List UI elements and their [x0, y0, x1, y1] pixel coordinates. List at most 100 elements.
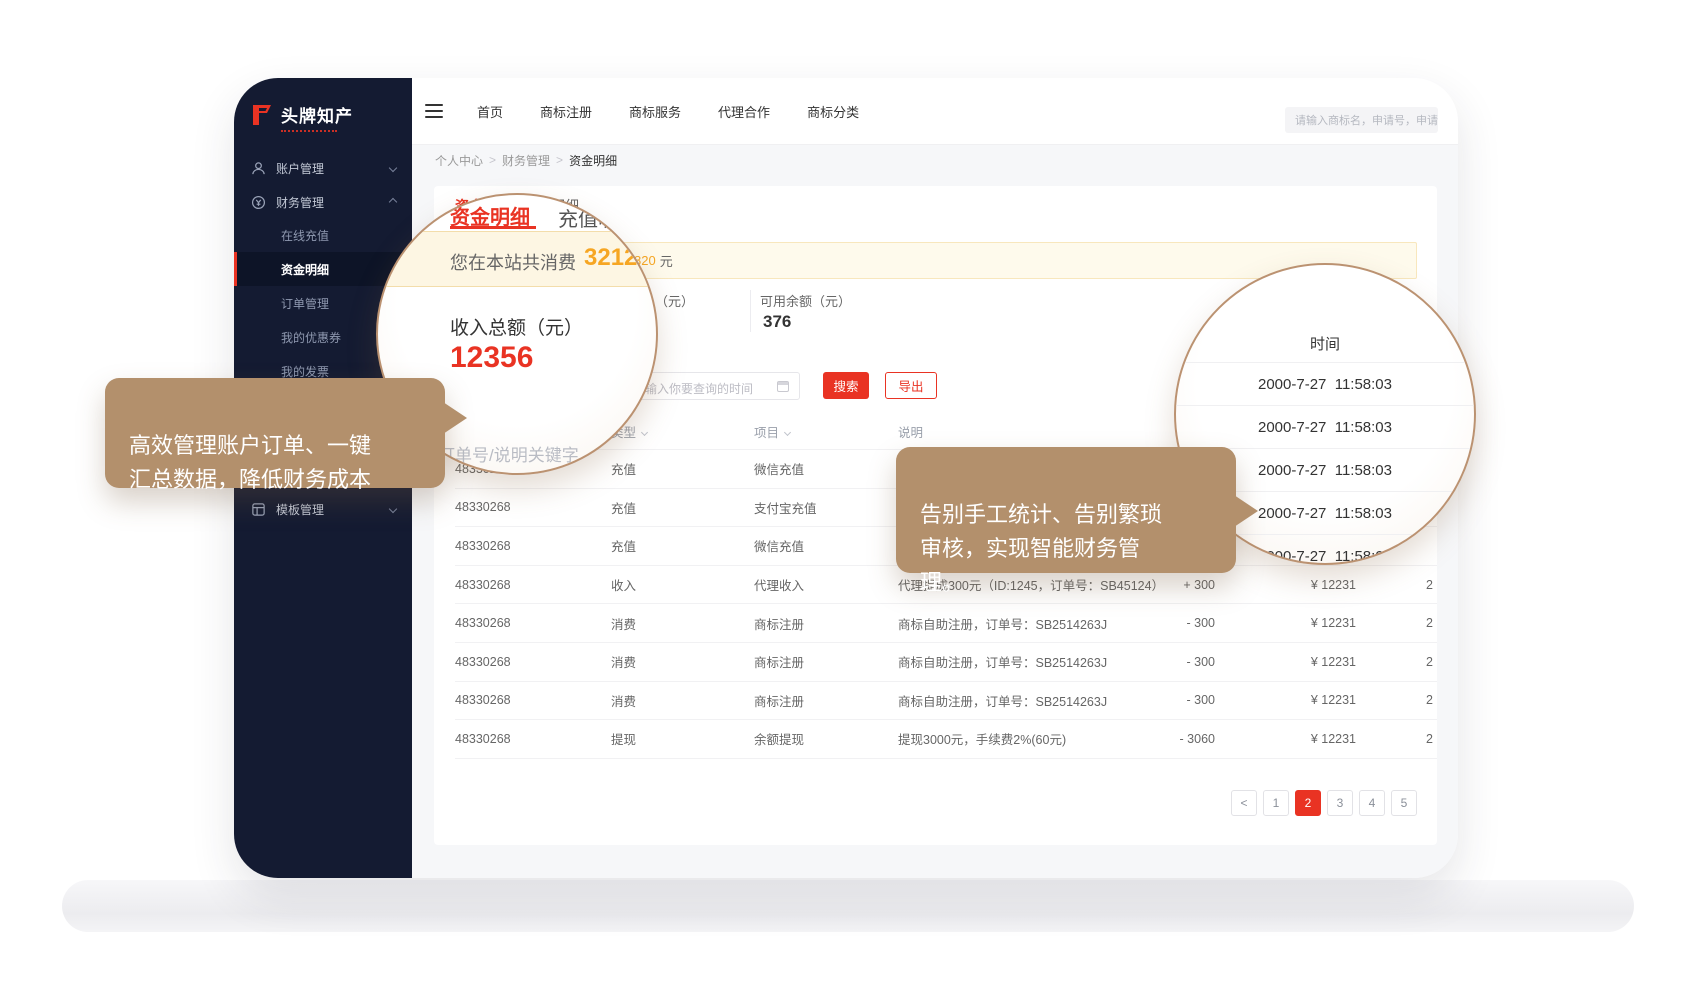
cell-time: 2 [1356, 693, 1437, 707]
lens-banner-amount: 32124 [584, 244, 651, 272]
trademark-search-input[interactable]: 请输入商标名，申请号，申请人 [1285, 107, 1438, 133]
cell-order: 48330268 [455, 500, 611, 514]
table-row: 48330268 消费 商标注册 商标自助注册，订单号：SB2514263J -… [455, 682, 1437, 721]
cell-balance: ¥ 12231 [1215, 578, 1356, 592]
topnav-item[interactable]: 商标服务 [629, 102, 681, 121]
calendar-icon [777, 381, 789, 392]
sidebar-item-label: 财务管理 [276, 194, 324, 211]
lens-keyword-placeholder: 订单号/说明关键字 [438, 441, 579, 466]
breadcrumb-separator: > [556, 153, 563, 167]
topbar: 首页 商标注册 商标服务 代理合作 商标分类 请输入商标名，申请号，申请人 [412, 78, 1458, 145]
pagination-page-button[interactable]: 4 [1359, 790, 1385, 816]
date-query-placeholder: 请输入你要查询的时间 [633, 380, 753, 397]
sidebar-subitem-label: 我的发票 [281, 363, 329, 380]
pagination-prev-button[interactable]: < [1231, 790, 1257, 816]
sidebar-subitem-label: 我的优惠券 [281, 329, 341, 346]
cell-project: 余额提现 [754, 729, 898, 748]
cell-type: 收入 [611, 575, 754, 594]
breadcrumb: 个人中心 > 财务管理 > 资金明细 [435, 145, 617, 175]
export-button[interactable]: 导出 [885, 372, 937, 399]
cell-order: 48330268 [455, 616, 611, 630]
cell-type: 提现 [611, 729, 754, 748]
lens-tab-underline [450, 226, 536, 229]
laptop-base [62, 880, 1634, 932]
cell-desc: 商标自助注册，订单号：SB2514263J [898, 691, 1160, 710]
header-project[interactable]: 项目 [754, 422, 898, 441]
cell-order: 48330268 [455, 539, 611, 553]
breadcrumb-item[interactable]: 财务管理 [502, 152, 550, 169]
cell-amount: - 3060 [1160, 732, 1215, 746]
breadcrumb-separator: > [489, 153, 496, 167]
cell-order: 48330268 [455, 578, 611, 592]
sidebar-item-template[interactable]: 模板管理 [234, 495, 412, 523]
cell-amount: - 300 [1160, 655, 1215, 669]
chevron-up-icon [389, 198, 397, 206]
cell-time: 2 [1356, 655, 1437, 669]
sidebar-item-label: 模板管理 [276, 501, 324, 518]
cell-balance: ¥ 12231 [1215, 655, 1356, 669]
pagination-page-button[interactable]: 5 [1391, 790, 1417, 816]
cell-time: 2 [1356, 616, 1437, 630]
cell-amount: - 300 [1160, 693, 1215, 707]
cell-type: 充值 [611, 459, 754, 478]
cell-desc: 商标自助注册，订单号：SB2514263J [898, 614, 1160, 633]
callout-left-text: 高效管理账户订单、一键 汇总数据，降低财务成本 [129, 433, 371, 492]
cell-project: 代理收入 [754, 575, 898, 594]
table-row: 48330268 提现 余额提现 提现3000元，手续费2%(60元) - 30… [455, 720, 1437, 759]
cell-project: 商标注册 [754, 691, 898, 710]
sidebar-subitem-label: 在线充值 [281, 227, 329, 244]
topnav-item[interactable]: 商标注册 [540, 102, 592, 121]
balance-stat-label: 可用余额（元） [760, 291, 851, 310]
expense-stat-label-fragment: （元） [655, 291, 694, 310]
cell-type: 消费 [611, 691, 754, 710]
cell-project: 商标注册 [754, 652, 898, 671]
balance-stat-value: 376 [763, 312, 791, 332]
logo-tagline [281, 130, 337, 132]
sidebar-item-account[interactable]: 账户管理 [234, 154, 412, 182]
cell-time: 2 [1356, 578, 1437, 592]
breadcrumb-item[interactable]: 个人中心 [435, 152, 483, 169]
sidebar-item-finance[interactable]: 财务管理 [234, 188, 412, 216]
cell-project: 微信充值 [754, 459, 898, 478]
pagination: < 1 2 3 4 5 [1231, 790, 1417, 816]
table-row: 48330268 消费 商标注册 商标自助注册，订单号：SB2514263J -… [455, 604, 1437, 643]
header-type[interactable]: 类型 [611, 422, 754, 441]
topnav-item[interactable]: 代理合作 [718, 102, 770, 121]
cell-type: 消费 [611, 614, 754, 633]
sidebar-item-label: 账户管理 [276, 160, 324, 177]
search-placeholder: 请输入商标名，申请号，申请人 [1295, 112, 1438, 128]
cell-amount: - 300 [1160, 616, 1215, 630]
breadcrumb-current: 资金明细 [569, 152, 617, 169]
cell-amount: + 300 [1160, 578, 1215, 592]
callout-right: 告别手工统计、告别繁琐 审核，实现智能财务管 理。 [896, 447, 1236, 573]
chevron-down-icon [389, 505, 397, 513]
callout-arrow-icon [1234, 495, 1258, 527]
pagination-page-button[interactable]: 2 [1295, 790, 1321, 816]
topnav-item[interactable]: 商标分类 [807, 102, 859, 121]
lens-consumption-banner: 您在本站共消费 32124 元 [376, 231, 658, 287]
cell-order: 48330268 [455, 732, 611, 746]
sidebar-subitem-label: 资金明细 [281, 261, 329, 278]
template-icon [251, 502, 266, 517]
header-desc: 说明 [898, 422, 1160, 441]
chevron-down-icon [389, 164, 397, 172]
cell-type: 充值 [611, 536, 754, 555]
topnav-item[interactable]: 首页 [477, 102, 503, 121]
top-navigation: 首页 商标注册 商标服务 代理合作 商标分类 [477, 78, 859, 145]
logo-icon [250, 103, 274, 127]
hamburger-menu-icon[interactable] [425, 104, 443, 118]
search-button[interactable]: 搜索 [823, 372, 869, 399]
stat-divider [750, 290, 751, 332]
consumption-unit: 元 [660, 251, 673, 270]
cell-type: 充值 [611, 498, 754, 517]
cell-balance: ¥ 12231 [1215, 616, 1356, 630]
pagination-page-button[interactable]: 1 [1263, 790, 1289, 816]
cell-desc: 提现3000元，手续费2%(60元) [898, 729, 1160, 748]
cell-balance: ¥ 12231 [1215, 732, 1356, 746]
lens-time-row: 2000-7-27 11:58:03 [1176, 406, 1474, 449]
sidebar-subitem-label: 订单管理 [281, 295, 329, 312]
cell-desc: 商标自助注册，订单号：SB2514263J [898, 652, 1160, 671]
lens-time-row: 2000-7-27 11:58:03 [1176, 363, 1474, 406]
pagination-page-button[interactable]: 3 [1327, 790, 1353, 816]
cell-balance: ¥ 12231 [1215, 693, 1356, 707]
